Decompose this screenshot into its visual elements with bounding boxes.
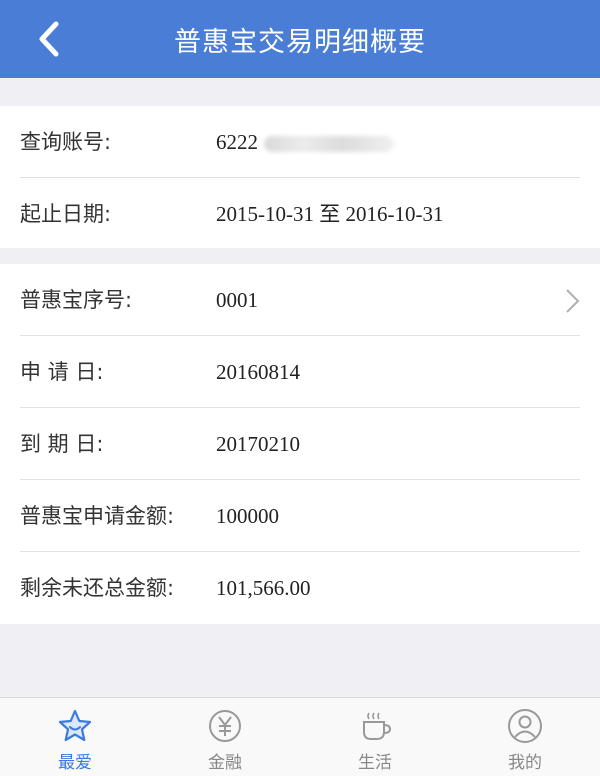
serial-number-value: 0001 [216,288,258,312]
tab-life[interactable]: 生活 [300,698,450,776]
chevron-right-icon[interactable] [564,288,580,314]
account-number-row: 查询账号: 6222 [0,106,600,178]
tab-mine[interactable]: 我的 [450,698,600,776]
tab-favorites[interactable]: 最爱 [0,698,150,776]
due-date-label: 到 期 日: [20,432,104,456]
tab-finance-label: 金融 [208,753,242,773]
apply-date-label: 申 请 日: [20,360,104,384]
account-number-label: 查询账号: [20,130,112,154]
apply-amount-row: 普惠宝申请金额: 100000 [0,480,600,552]
remaining-amount-label: 剩余未还总金额: [20,576,175,600]
cup-icon [363,712,392,740]
remaining-amount-row: 剩余未还总金额: 101,566.00 [0,552,600,624]
page-title: 普惠宝交易明细概要 [174,27,426,57]
date-range-row: 起止日期: 2015-10-31 至 2016-10-31 [0,178,600,250]
masked-digits [264,136,394,153]
tab-life-label: 生活 [358,753,392,773]
date-range-label: 起止日期: [20,202,112,226]
header-bar: 普惠宝交易明细概要 [0,0,600,78]
bottom-tab-bar: 最爱 金融 生活 我的 [0,697,600,776]
apply-date-value: 20160814 [216,360,300,384]
serial-number-row[interactable]: 普惠宝序号: 0001 [0,264,600,336]
yen-icon [209,710,241,742]
star-icon [58,709,92,742]
user-icon [508,709,542,743]
apply-amount-value: 100000 [216,504,279,528]
apply-date-row: 申 请 日: 20160814 [0,336,600,408]
details-section: 普惠宝序号: 0001 申 请 日: 20160814 到 期 日: 20170… [0,264,600,624]
account-section: 查询账号: 6222 起止日期: 2015-10-31 至 2016-10-31 [0,106,600,248]
due-date-value: 20170210 [216,432,300,456]
tab-finance[interactable]: 金融 [150,698,300,776]
tab-mine-label: 我的 [508,753,542,773]
apply-amount-label: 普惠宝申请金额: [20,504,175,528]
remaining-amount-value: 101,566.00 [216,576,311,600]
due-date-row: 到 期 日: 20170210 [0,408,600,480]
account-number-value: 6222 [216,106,394,178]
date-range-value: 2015-10-31 至 2016-10-31 [216,202,444,226]
serial-number-label: 普惠宝序号: [20,288,133,312]
tab-favorites-label: 最爱 [58,753,92,773]
